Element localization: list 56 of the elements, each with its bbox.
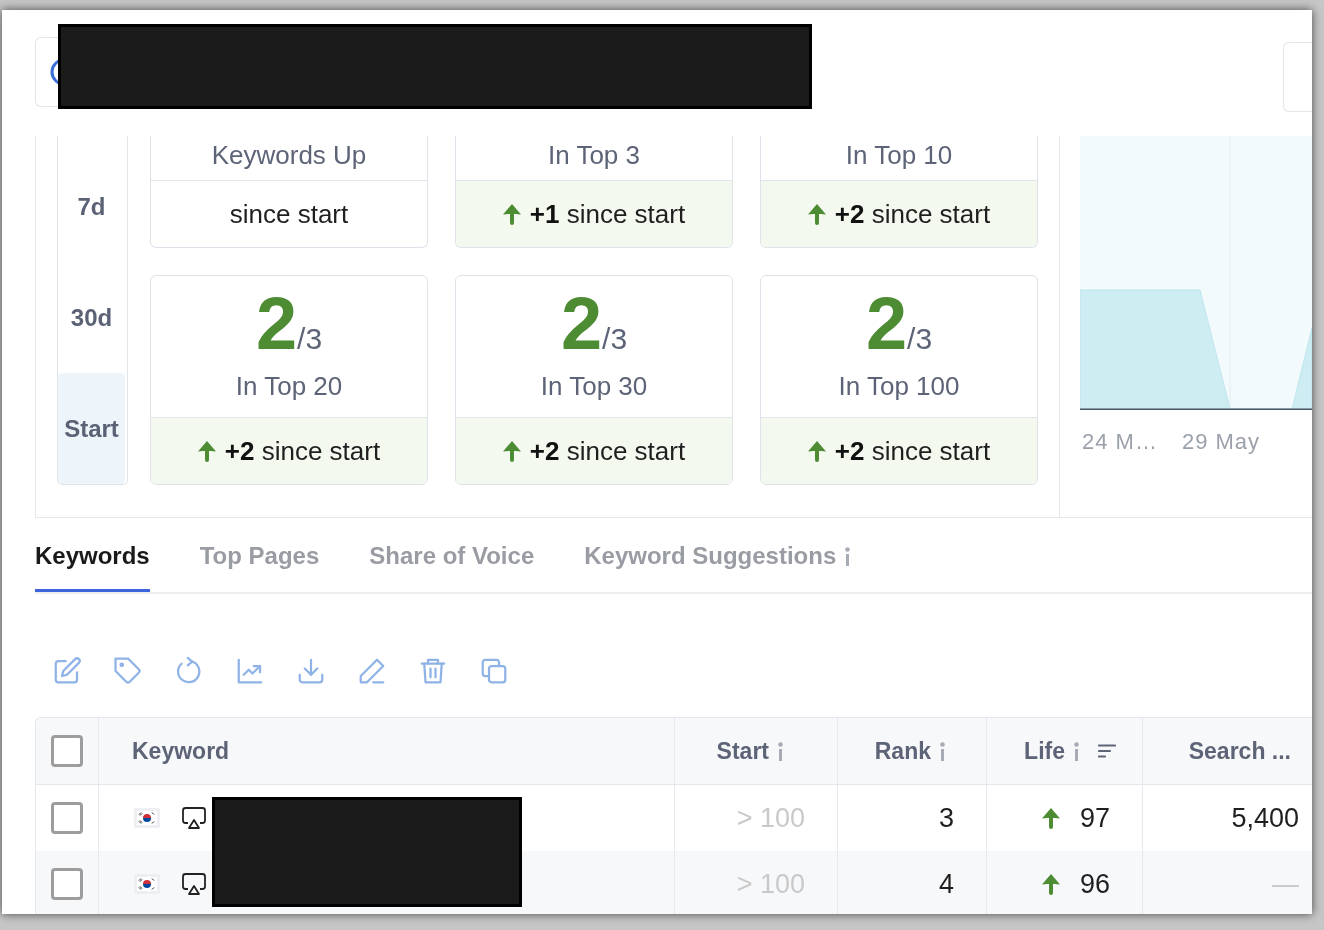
table-cell: 97 <box>1079 802 1110 834</box>
flag-icon <box>134 874 160 894</box>
monitor-icon <box>181 872 207 896</box>
stat-label: In Top 30 <box>540 371 648 401</box>
pencil-icon[interactable] <box>357 656 387 686</box>
change-text: +2 since start <box>834 436 991 466</box>
period-tab[interactable]: 30d <box>58 262 125 373</box>
monitor-icon <box>181 806 207 830</box>
stat-total: /3 <box>907 324 933 354</box>
period-tab[interactable]: 7d <box>58 151 125 262</box>
flag-icon <box>134 808 160 828</box>
stat-total: /3 <box>602 324 628 354</box>
column-header: Start <box>716 737 769 765</box>
table-cell-text: 5,400 <box>1230 801 1300 835</box>
table-cell-text: — <box>1271 867 1300 901</box>
up-arrow-icon <box>807 203 826 225</box>
column-header: Search ... <box>1188 737 1291 765</box>
trash-icon[interactable] <box>418 656 448 686</box>
column-header: Life <box>1024 737 1065 765</box>
header-button[interactable] <box>1283 42 1312 112</box>
stat-label: In Top 100 <box>838 371 960 401</box>
change-text: since start <box>229 199 349 229</box>
table-cell: 4 <box>838 851 987 914</box>
line-chart-icon[interactable] <box>235 656 265 686</box>
download-icon[interactable] <box>296 656 326 686</box>
tag-icon[interactable] <box>113 656 143 686</box>
stat-value: 2 <box>560 286 603 362</box>
checkbox[interactable] <box>51 868 83 900</box>
stat-value: 2 <box>865 286 908 362</box>
axis-label: 29 May <box>1181 430 1261 454</box>
change-text: +2 since start <box>529 436 686 466</box>
axis-label: 24 M… <box>1082 430 1158 454</box>
up-arrow-icon <box>807 440 826 462</box>
column-header: Rank <box>874 737 931 765</box>
copy-icon[interactable] <box>479 656 509 686</box>
table-cell: 96 <box>1079 868 1110 900</box>
checkbox[interactable] <box>51 802 83 834</box>
checkbox[interactable] <box>51 735 83 767</box>
period-tab[interactable]: Start <box>58 373 125 484</box>
stat-total: /3 <box>297 324 323 354</box>
up-arrow-icon <box>502 440 521 462</box>
stat-label: In Top 3 <box>547 140 640 170</box>
change-text: +2 since start <box>834 199 991 229</box>
column-header: Keyword <box>132 737 230 765</box>
stat-label: Keywords Up <box>211 140 367 170</box>
up-arrow-icon <box>502 203 521 225</box>
edit-icon[interactable] <box>52 656 82 686</box>
sort-icon[interactable] <box>1098 744 1116 758</box>
up-arrow-icon <box>197 440 216 462</box>
stat-label: In Top 20 <box>235 371 343 401</box>
tab[interactable]: Keywords <box>35 518 150 592</box>
change-text: +1 since start <box>529 199 686 229</box>
change-text: +2 since start <box>224 436 381 466</box>
stat-value: 2 <box>255 286 298 362</box>
stat-label: In Top 10 <box>845 140 953 170</box>
ring-icon <box>50 58 58 86</box>
